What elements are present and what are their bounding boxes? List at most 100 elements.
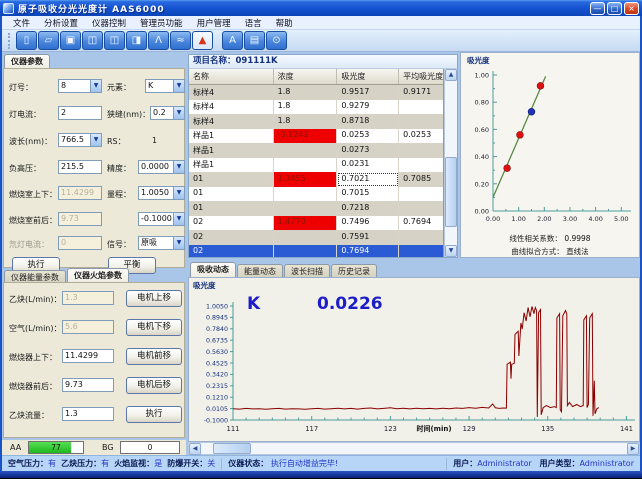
cell-concentration[interactable]	[274, 187, 338, 202]
close-button[interactable]: ×	[624, 2, 639, 15]
cell-concentration[interactable]	[274, 245, 338, 258]
tab-dynamics-2[interactable]: 波长扫描	[284, 264, 330, 277]
menu-item-2[interactable]: 仪器控制	[85, 17, 133, 29]
flame-field-input-4[interactable]: 1.3	[62, 407, 114, 421]
cell-absorbance[interactable]: 0.0231	[337, 158, 399, 173]
cell-concentration[interactable]	[274, 158, 338, 173]
cell-absorbance[interactable]: 0.9517	[337, 85, 399, 100]
cell-avg-absorbance[interactable]	[399, 230, 443, 245]
slit-select[interactable]: 0.2▼	[150, 106, 185, 120]
cell-concentration[interactable]: -0.1241	[274, 129, 338, 144]
power-button[interactable]: ⊙	[266, 31, 287, 50]
table-vertical-scrollbar[interactable]: ▲ ▼	[444, 69, 457, 257]
cell-name[interactable]: 02	[189, 230, 274, 245]
cell-absorbance[interactable]: 0.7694	[337, 245, 399, 258]
wavelength-select[interactable]: 766.5▼	[58, 133, 102, 147]
col-concentration[interactable]: 浓度	[274, 69, 338, 84]
signal-select[interactable]: 原吸▼	[138, 236, 185, 250]
cell-absorbance[interactable]: 0.0273	[337, 143, 399, 158]
maximize-button[interactable]: □	[607, 2, 622, 15]
cell-absorbance[interactable]: 0.8718	[337, 114, 399, 129]
flame-action-button-3[interactable]: 电机后移	[126, 377, 182, 394]
flame-action-button-4[interactable]: 执行	[126, 406, 182, 423]
tab-instrument-params[interactable]: 仪器参数	[4, 54, 50, 69]
flame-action-button-1[interactable]: 电机下移	[126, 319, 182, 336]
cell-avg-absorbance[interactable]	[399, 245, 443, 258]
cell-concentration[interactable]	[274, 230, 338, 245]
cell-name[interactable]: 标样4	[189, 85, 274, 100]
table-row[interactable]: 02 0.7591	[189, 230, 443, 245]
cell-name[interactable]: 样品1	[189, 158, 274, 173]
cell-concentration[interactable]: 1.4770	[274, 216, 338, 231]
cell-avg-absorbance[interactable]	[399, 158, 443, 173]
lamp-no-select[interactable]: 8▼	[58, 79, 102, 93]
tab-flame-1[interactable]: 仪器火焰参数	[67, 268, 129, 283]
menu-item-0[interactable]: 文件	[6, 17, 37, 29]
cell-absorbance[interactable]: 0.7496	[337, 216, 399, 231]
open-folder-button[interactable]: ▱	[38, 31, 59, 50]
table-row[interactable]: 样品1 0.0273	[189, 143, 443, 158]
table-row[interactable]: 标样41.80.9279	[189, 100, 443, 115]
lamp-select-button[interactable]: ◫	[82, 31, 103, 50]
tab-dynamics-1[interactable]: 能量动态	[237, 264, 283, 277]
cell-avg-absorbance[interactable]	[399, 114, 443, 129]
menu-item-6[interactable]: 帮助	[269, 17, 300, 29]
cell-absorbance[interactable]: 0.7591	[337, 230, 399, 245]
cell-name[interactable]: 标样4	[189, 114, 274, 129]
table-row[interactable]: 010.7218	[189, 201, 443, 216]
cell-name[interactable]: 标样4	[189, 100, 274, 115]
table-row[interactable]: 标样41.80.8718	[189, 114, 443, 129]
table-row[interactable]: 样品1-0.12410.02530.0253	[189, 129, 443, 144]
monochromator-button[interactable]: ◨	[126, 31, 147, 50]
element-select[interactable]: K▼	[145, 79, 185, 93]
table-row[interactable]: 011.34550.70210.7085	[189, 172, 443, 187]
col-name[interactable]: 名称	[189, 69, 274, 84]
scrollbar-thumb[interactable]	[213, 443, 251, 454]
col-absorbance[interactable]: 吸光度	[337, 69, 399, 84]
cell-absorbance[interactable]: 0.7015	[337, 187, 399, 202]
tab-dynamics-3[interactable]: 历史记录	[331, 264, 377, 277]
cell-concentration[interactable]: 1.3455	[274, 172, 338, 187]
cell-concentration[interactable]	[274, 201, 338, 216]
flame-field-input-2[interactable]: 11.4299	[62, 349, 114, 363]
menu-item-5[interactable]: 语言	[238, 17, 269, 29]
range-select[interactable]: 1.0050▼	[138, 186, 185, 200]
scroll-down-icon[interactable]: ▼	[445, 245, 457, 257]
cell-absorbance[interactable]: 0.7021	[337, 172, 399, 187]
menu-item-1[interactable]: 分析设置	[37, 17, 85, 29]
cell-avg-absorbance[interactable]: 0.9171	[399, 85, 443, 100]
new-document-button[interactable]: ▯	[16, 31, 37, 50]
cell-concentration[interactable]	[274, 143, 338, 158]
table-row[interactable]: 021.47700.74960.7694	[189, 216, 443, 231]
cell-name[interactable]: 01	[189, 201, 274, 216]
minimize-button[interactable]: —	[590, 2, 605, 15]
burner-adjust-button[interactable]: ≈	[170, 31, 191, 50]
table-row[interactable]: 02 0.7694	[189, 245, 443, 258]
cell-avg-absorbance[interactable]: 0.7694	[399, 216, 443, 231]
table-row[interactable]: 01 0.7015	[189, 187, 443, 202]
cell-name[interactable]: 样品1	[189, 143, 274, 158]
cell-concentration[interactable]: 1.8	[274, 100, 338, 115]
scroll-up-icon[interactable]: ▲	[445, 69, 457, 81]
cell-name[interactable]: 01	[189, 187, 274, 202]
chart-horizontal-scrollbar[interactable]: ◀ ▶	[188, 442, 640, 455]
precision-select[interactable]: 0.0000▼	[138, 160, 185, 174]
save-button[interactable]: ▣	[60, 31, 81, 50]
offset-select[interactable]: -0.1000▼	[138, 212, 185, 226]
printer-button[interactable]: ▤	[244, 31, 265, 50]
cell-name[interactable]: 01	[189, 172, 274, 187]
menu-item-4[interactable]: 用户管理	[190, 17, 238, 29]
table-row[interactable]: 样品1 0.0231	[189, 158, 443, 173]
cell-avg-absorbance[interactable]: 0.7085	[399, 172, 443, 187]
cell-avg-absorbance[interactable]	[399, 143, 443, 158]
autosampler-button[interactable]: A	[222, 31, 243, 50]
lamp-energy-button[interactable]: ◫	[104, 31, 125, 50]
scrollbar-thumb[interactable]	[445, 157, 457, 227]
cell-absorbance[interactable]: 0.9279	[337, 100, 399, 115]
cell-avg-absorbance[interactable]	[399, 201, 443, 216]
scroll-right-icon[interactable]: ▶	[627, 443, 639, 455]
title-bar[interactable]: 原子吸收分光光度计 AAS6000 — □ ×	[0, 0, 642, 16]
cell-avg-absorbance[interactable]	[399, 187, 443, 202]
scroll-left-icon[interactable]: ◀	[189, 443, 201, 455]
cell-name[interactable]: 02	[189, 245, 274, 258]
